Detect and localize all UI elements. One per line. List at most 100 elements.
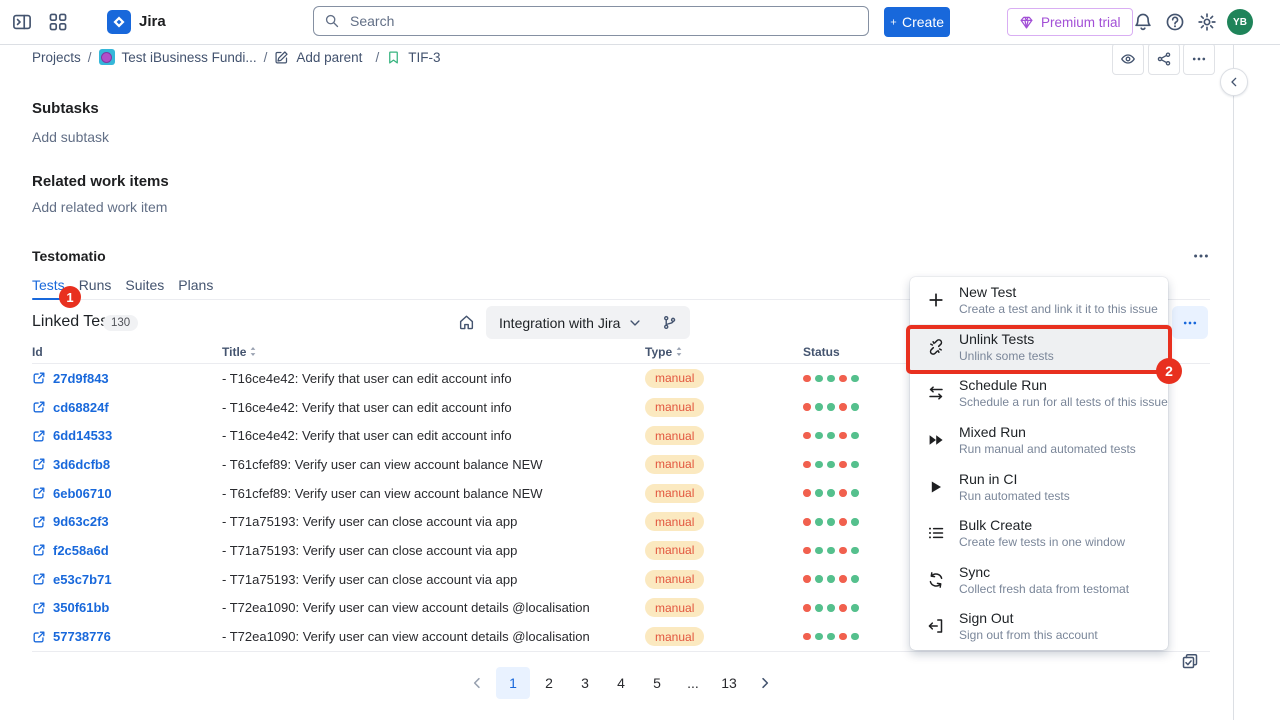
- top-navbar: Jira Create Premium trial YB: [0, 0, 1280, 45]
- test-id-link[interactable]: cd68824f: [53, 400, 109, 415]
- tab-plans[interactable]: Plans: [178, 277, 213, 299]
- app-switcher-icon[interactable]: [48, 12, 68, 32]
- test-id-link[interactable]: 350f61bb: [53, 600, 109, 615]
- test-id-link[interactable]: f2c58a6d: [53, 543, 109, 558]
- column-header-label: Type: [645, 345, 672, 359]
- share-icon: [1156, 51, 1172, 67]
- test-type-badge: manual: [645, 570, 704, 589]
- issue-more-button[interactable]: [1183, 43, 1215, 75]
- tab-suites[interactable]: Suites: [125, 277, 164, 299]
- jira-logo[interactable]: [107, 10, 131, 34]
- select-all-icon[interactable]: [1181, 652, 1199, 670]
- status-dot-fail: [803, 432, 811, 440]
- branch-icon[interactable]: [662, 315, 677, 330]
- avatar[interactable]: YB: [1227, 9, 1253, 35]
- linked-tests-more-button[interactable]: [1172, 306, 1208, 339]
- menu-item-sign-out[interactable]: Sign OutSign out from this account: [910, 603, 1168, 650]
- page-button-2[interactable]: 2: [532, 667, 566, 699]
- status-dot-fail: [839, 403, 847, 411]
- settings-icon[interactable]: [1197, 12, 1217, 32]
- menu-item-unlink-tests[interactable]: Unlink TestsUnlink some tests: [910, 324, 1168, 371]
- external-link-icon[interactable]: [32, 457, 46, 471]
- add-parent-button[interactable]: Add parent: [296, 50, 362, 65]
- create-button[interactable]: Create: [884, 7, 950, 37]
- help-icon[interactable]: [1165, 12, 1185, 32]
- test-id-link[interactable]: 3d6dcfb8: [53, 457, 110, 472]
- test-id-link[interactable]: 6dd14533: [53, 428, 112, 443]
- share-button[interactable]: [1148, 43, 1180, 75]
- linked-tests-count-badge: 130: [103, 315, 138, 331]
- column-header-type[interactable]: Type: [645, 345, 803, 359]
- menu-item-text: Run in CIRun automated tests: [959, 471, 1070, 503]
- breadcrumb-project[interactable]: Test iBusiness Fundi...: [122, 50, 257, 65]
- menu-item-text: New TestCreate a test and link it it to …: [959, 284, 1158, 316]
- page-button-4[interactable]: 4: [604, 667, 638, 699]
- page-button-5[interactable]: 5: [640, 667, 674, 699]
- test-id-cell: e53c7b71: [32, 572, 222, 587]
- page-button-13[interactable]: 13: [712, 667, 746, 699]
- test-type-badge: manual: [645, 484, 704, 503]
- add-related-item-button[interactable]: Add related work item: [32, 199, 167, 215]
- page-button-1[interactable]: 1: [496, 667, 530, 699]
- external-link-icon[interactable]: [32, 486, 46, 500]
- external-link-icon[interactable]: [32, 572, 46, 586]
- menu-item-title: Unlink Tests: [959, 331, 1054, 347]
- test-id-link[interactable]: 9d63c2f3: [53, 514, 109, 529]
- chevron-left-icon: [1228, 76, 1240, 88]
- status-dot-fail: [803, 403, 811, 411]
- test-id-link[interactable]: 27d9f843: [53, 371, 109, 386]
- tab-runs[interactable]: Runs: [79, 277, 112, 299]
- notifications-icon[interactable]: [1133, 12, 1153, 32]
- breadcrumb-projects[interactable]: Projects: [32, 50, 81, 65]
- search-input[interactable]: [348, 12, 858, 30]
- watch-button[interactable]: [1112, 43, 1144, 75]
- test-title: - T16ce4e42: Verify that user can edit a…: [222, 371, 645, 386]
- project-filter-dropdown[interactable]: Integration with Jira: [486, 306, 690, 339]
- external-link-icon[interactable]: [32, 371, 46, 385]
- test-id-link[interactable]: 6eb06710: [53, 486, 112, 501]
- collapse-panel-button[interactable]: [1220, 68, 1248, 96]
- test-id-link[interactable]: 57738776: [53, 629, 111, 644]
- chevron-left-icon: [470, 676, 484, 690]
- status-dot-pass: [851, 461, 859, 469]
- status-dot-pass: [851, 518, 859, 526]
- premium-trial-label: Premium trial: [1041, 15, 1121, 30]
- testomatio-more-button[interactable]: [1191, 247, 1211, 265]
- page-button-3[interactable]: 3: [568, 667, 602, 699]
- menu-item-mixed-run[interactable]: Mixed RunRun manual and automated tests: [910, 417, 1168, 464]
- search-bar[interactable]: [313, 6, 869, 36]
- test-id-link[interactable]: e53c7b71: [53, 572, 112, 587]
- external-link-icon[interactable]: [32, 429, 46, 443]
- play-icon: [927, 478, 945, 496]
- breadcrumb-issue[interactable]: TIF-3: [408, 50, 440, 65]
- add-subtask-button[interactable]: Add subtask: [32, 129, 109, 145]
- diamond-icon: [1019, 15, 1034, 30]
- test-title: - T61cfef89: Verify user can view accoun…: [222, 486, 645, 501]
- status-dot-pass: [851, 489, 859, 497]
- menu-item-bulk-create[interactable]: Bulk CreateCreate few tests in one windo…: [910, 510, 1168, 557]
- external-link-icon[interactable]: [32, 601, 46, 615]
- unlink-icon: [927, 338, 945, 356]
- status-dot-fail: [839, 575, 847, 583]
- external-link-icon[interactable]: [32, 400, 46, 414]
- external-link-icon[interactable]: [32, 515, 46, 529]
- external-link-icon[interactable]: [32, 630, 46, 644]
- list-icon: [927, 524, 945, 542]
- premium-trial-button[interactable]: Premium trial: [1007, 8, 1133, 36]
- project-filter-label: Integration with Jira: [499, 315, 620, 331]
- sidebar-toggle-icon[interactable]: [12, 12, 32, 32]
- home-icon[interactable]: [458, 314, 475, 331]
- menu-item-new-test[interactable]: New TestCreate a test and link it it to …: [910, 277, 1168, 324]
- menu-item-sync[interactable]: SyncCollect fresh data from testomat: [910, 557, 1168, 604]
- next-page-button[interactable]: [748, 667, 782, 699]
- sort-icon[interactable]: [675, 346, 683, 357]
- test-id-cell: f2c58a6d: [32, 543, 222, 558]
- sort-icon[interactable]: [249, 346, 257, 357]
- menu-item-schedule-run[interactable]: Schedule RunSchedule a run for all tests…: [910, 370, 1168, 417]
- previous-page-button[interactable]: [460, 667, 494, 699]
- testomatio-title: Testomatio: [32, 248, 106, 264]
- status-dot-pass: [815, 575, 823, 583]
- column-header-title[interactable]: Title: [222, 345, 645, 359]
- menu-item-run-in-ci[interactable]: Run in CIRun automated tests: [910, 463, 1168, 510]
- external-link-icon[interactable]: [32, 543, 46, 557]
